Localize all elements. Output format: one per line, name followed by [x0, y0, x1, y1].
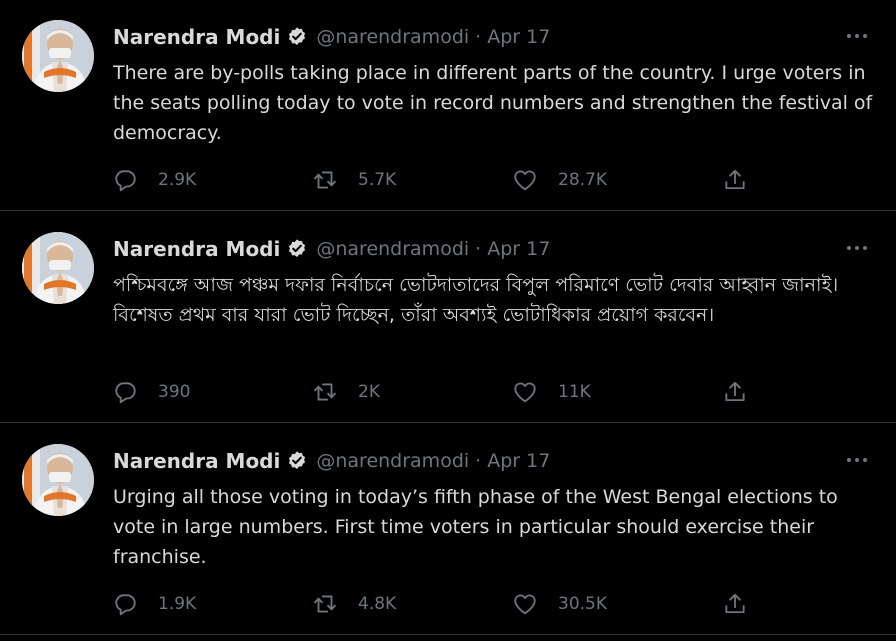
- more-options-icon[interactable]: [842, 240, 872, 254]
- separator-dot: ·: [475, 238, 482, 260]
- share-icon: [722, 591, 748, 617]
- tweet-text: Urging all those voting in today’s fifth…: [113, 486, 838, 568]
- more-options-icon[interactable]: [842, 452, 872, 466]
- author-handle[interactable]: @narendramodi: [316, 238, 469, 260]
- author-handle[interactable]: @narendramodi: [316, 450, 469, 472]
- share-button[interactable]: [722, 588, 748, 620]
- tweet-header: Narendra Modi @narendramodi · Apr 17: [113, 24, 550, 50]
- retweet-count: 4.8K: [358, 594, 397, 614]
- separator-dot: ·: [475, 450, 482, 472]
- author-name[interactable]: Narendra Modi: [113, 449, 280, 473]
- like-count: 28.7K: [558, 170, 607, 190]
- reply-button[interactable]: 2.9K: [112, 164, 196, 196]
- retweet-icon: [312, 167, 338, 193]
- retweet-icon: [312, 379, 338, 405]
- tweet-actions: 2.9K 5.7K 28.7K: [0, 164, 896, 196]
- retweet-count: 5.7K: [358, 170, 397, 190]
- like-count: 11K: [558, 382, 591, 402]
- tweet-actions: 1.9K 4.8K 30.5K: [0, 588, 896, 620]
- tweet[interactable]: Narendra Modi @narendramodi · Apr 17 Urg…: [0, 424, 896, 635]
- avatar[interactable]: [22, 232, 94, 304]
- share-icon: [722, 379, 748, 405]
- tweet-header: Narendra Modi @narendramodi · Apr 17: [113, 236, 550, 262]
- author-name[interactable]: Narendra Modi: [113, 25, 280, 49]
- like-button[interactable]: 28.7K: [512, 164, 607, 196]
- reply-count: 390: [158, 382, 191, 402]
- verified-badge-icon: [286, 238, 308, 260]
- share-button[interactable]: [722, 164, 748, 196]
- author-handle[interactable]: @narendramodi: [316, 26, 469, 48]
- tweet-date[interactable]: Apr 17: [487, 26, 550, 48]
- separator-dot: ·: [475, 26, 482, 48]
- tweet-header: Narendra Modi @narendramodi · Apr 17: [113, 448, 550, 474]
- tweet-date[interactable]: Apr 17: [487, 238, 550, 260]
- tweet[interactable]: Narendra Modi @narendramodi · Apr 17 The…: [0, 0, 896, 211]
- like-icon: [512, 591, 538, 617]
- reply-button[interactable]: 1.9K: [112, 588, 196, 620]
- tweet-date[interactable]: Apr 17: [487, 450, 550, 472]
- tweet-text: পশ্চিমবঙ্গে আজ পঞ্চম দফার নির্বাচনে ভোটদ…: [113, 274, 839, 326]
- share-icon: [722, 167, 748, 193]
- share-button[interactable]: [722, 376, 748, 408]
- tweet-text: There are by-polls taking place in diffe…: [113, 62, 873, 144]
- reply-button[interactable]: 390: [112, 376, 190, 408]
- like-button[interactable]: 30.5K: [512, 588, 607, 620]
- avatar[interactable]: [22, 20, 94, 92]
- verified-badge-icon: [286, 450, 308, 472]
- tweet-actions: 390 2K 11K: [0, 376, 896, 408]
- retweet-button[interactable]: 2K: [312, 376, 380, 408]
- like-icon: [512, 379, 538, 405]
- like-count: 30.5K: [558, 594, 607, 614]
- retweet-count: 2K: [358, 382, 380, 402]
- reply-count: 2.9K: [158, 170, 197, 190]
- retweet-icon: [312, 591, 338, 617]
- verified-badge-icon: [286, 26, 308, 48]
- like-button[interactable]: 11K: [512, 376, 591, 408]
- reply-icon: [112, 591, 138, 617]
- avatar[interactable]: [22, 444, 94, 516]
- retweet-button[interactable]: 4.8K: [312, 588, 396, 620]
- author-name[interactable]: Narendra Modi: [113, 237, 280, 261]
- reply-count: 1.9K: [158, 594, 197, 614]
- tweet-timeline: Narendra Modi @narendramodi · Apr 17 The…: [0, 0, 896, 641]
- more-options-icon[interactable]: [842, 28, 872, 42]
- tweet[interactable]: Narendra Modi @narendramodi · Apr 17 পশ্…: [0, 212, 896, 423]
- retweet-button[interactable]: 5.7K: [312, 164, 396, 196]
- reply-icon: [112, 167, 138, 193]
- reply-icon: [112, 379, 138, 405]
- like-icon: [512, 167, 538, 193]
